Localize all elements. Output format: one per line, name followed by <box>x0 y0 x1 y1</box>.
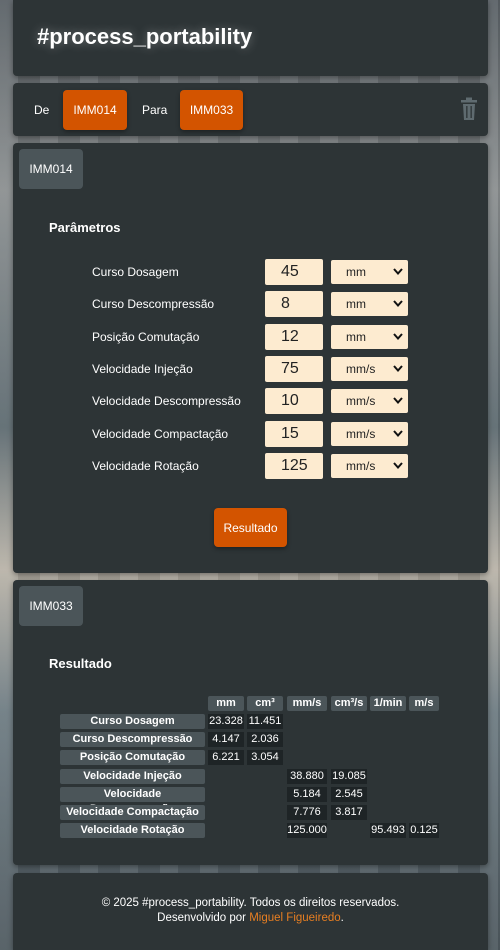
unit-select-value: mm/s <box>346 426 376 441</box>
result-row-label: Curso Descompressão <box>60 732 205 748</box>
result-value-cell: 3.817 <box>331 805 367 820</box>
parameter-label: Curso Descompressão <box>92 297 215 312</box>
source-machine-tab[interactable]: IMM014 <box>19 149 83 189</box>
developer-link[interactable]: Miguel Figueiredo <box>249 912 340 924</box>
result-value-cell: 125.000 <box>287 823 327 839</box>
parameter-row: Posição Comutação 12 mm <box>13 323 488 350</box>
parameter-row: Velocidade Compactação 15 mm/s <box>13 420 488 447</box>
unit-select[interactable]: mm/s <box>331 356 408 381</box>
result-value-cell: 38.880 <box>287 768 327 784</box>
to-label: Para <box>142 103 168 117</box>
from-machine-button[interactable]: IMM014 <box>63 90 127 130</box>
result-value-cell: 23.328 <box>208 714 244 729</box>
chevron-down-icon <box>393 397 403 405</box>
result-button[interactable]: Resultado <box>214 508 287 547</box>
unit-select[interactable]: mm <box>331 292 408 317</box>
unit-select-value: mm/s <box>346 361 376 376</box>
parameter-value-input[interactable]: 45 <box>265 259 323 285</box>
parameter-label: Velocidade Rotação <box>92 458 199 473</box>
parameter-row: Curso Descompressão 8 mm <box>13 291 488 318</box>
parameter-row: Curso Dosagem 45 mm <box>13 259 488 285</box>
parameter-value-input[interactable]: 125 <box>265 452 323 479</box>
result-row-label: Curso Dosagem <box>60 714 205 729</box>
result-row-label: Velocidade Injeção <box>60 768 205 784</box>
result-value-cell: 0.125 <box>409 823 439 839</box>
result-row-label: Posição Comutação <box>60 750 205 766</box>
machine-selector-bar: De IMM014 Para IMM033 <box>13 83 488 136</box>
parameter-row: Velocidade Descompressão 10 mm/s <box>13 388 488 415</box>
unit-select[interactable]: mm <box>331 260 408 284</box>
result-row-label: Velocidade Compactação <box>60 805 205 820</box>
result-value-cell: 95.493 <box>370 823 406 839</box>
chevron-down-icon <box>393 462 403 469</box>
parameter-label: Velocidade Injeção <box>92 361 193 376</box>
developer-prefix: Desenvolvido por <box>157 912 250 924</box>
parameter-value-input[interactable]: 10 <box>265 388 323 415</box>
unit-select-value: mm <box>346 329 366 344</box>
column-header: mm <box>208 696 244 711</box>
unit-select[interactable]: mm/s <box>331 421 408 446</box>
result-value-cell: 3.054 <box>247 750 283 766</box>
result-title: Resultado <box>49 656 112 671</box>
to-machine-button[interactable]: IMM033 <box>180 90 243 130</box>
column-header: cm³/s <box>331 696 367 711</box>
chevron-down-icon <box>393 268 403 276</box>
unit-select[interactable]: mm/s <box>331 389 408 414</box>
unit-select-value: mm <box>346 265 366 279</box>
parameter-value-input[interactable]: 12 <box>265 323 323 350</box>
result-value-cell: 6.221 <box>208 750 244 766</box>
column-header: 1/min <box>370 696 406 711</box>
parameter-value-input[interactable]: 8 <box>265 291 323 318</box>
developer-credit: Desenvolvido por Miguel Figueiredo. <box>13 912 488 924</box>
unit-select[interactable]: mm <box>331 324 408 349</box>
parameter-row: Velocidade Injeção 75 mm/s <box>13 355 488 382</box>
header-bar: #process_portability <box>13 0 488 76</box>
result-value-cell: 11.451 <box>247 714 283 729</box>
unit-select-value: mm <box>346 297 366 312</box>
from-label: De <box>34 103 50 117</box>
parameter-row: Velocidade Rotação 125 mm/s <box>13 452 488 479</box>
parameter-value-input[interactable]: 15 <box>265 420 323 447</box>
parameter-label: Velocidade Descompressão <box>92 394 241 409</box>
parameters-panel: IMM014 Parâmetros Curso Dosagem 45 mm Curso… <box>13 143 488 573</box>
unit-select[interactable]: mm/s <box>331 453 408 478</box>
chevron-down-icon <box>393 365 403 372</box>
parameter-label: Velocidade Compactação <box>92 426 229 441</box>
result-value-cell: 7.776 <box>287 805 327 820</box>
target-machine-tab[interactable]: IMM033 <box>19 586 83 626</box>
parameter-value-input[interactable]: 75 <box>265 355 323 382</box>
copyright-text: © 2025 #process_portability. Todos os di… <box>101 897 400 909</box>
result-row-label: Velocidade Rotação <box>60 823 205 839</box>
app-title: #process_portability <box>37 24 253 49</box>
chevron-down-icon <box>393 429 403 437</box>
developer-suffix: . <box>340 912 344 924</box>
footer: © 2025 #process_portability. Todos os di… <box>13 873 488 950</box>
column-header: cm³ <box>247 696 283 711</box>
result-value-cell: 5.184 <box>287 786 327 802</box>
unit-select-value: mm/s <box>346 458 376 473</box>
result-row-label: Velocidade Descompressão <box>60 786 205 815</box>
result-value-cell: 2.036 <box>247 732 283 748</box>
chevron-down-icon <box>393 300 403 308</box>
result-value-cell: 4.147 <box>208 732 244 748</box>
chevron-down-icon <box>393 332 403 340</box>
result-value-cell: 19.085 <box>331 768 367 784</box>
parameter-label: Posição Comutação <box>92 329 200 344</box>
trash-icon[interactable] <box>460 97 478 121</box>
column-header: m/s <box>409 696 439 711</box>
parameters-title: Parâmetros <box>49 220 121 235</box>
result-value-cell: 2.545 <box>331 786 367 802</box>
unit-select-value: mm/s <box>346 394 376 409</box>
result-panel: IMM033 Resultado mm cm³ mm/s cm³/s 1/min m/s C… <box>13 580 488 865</box>
column-header: mm/s <box>287 696 327 711</box>
parameter-label: Curso Dosagem <box>92 265 179 279</box>
